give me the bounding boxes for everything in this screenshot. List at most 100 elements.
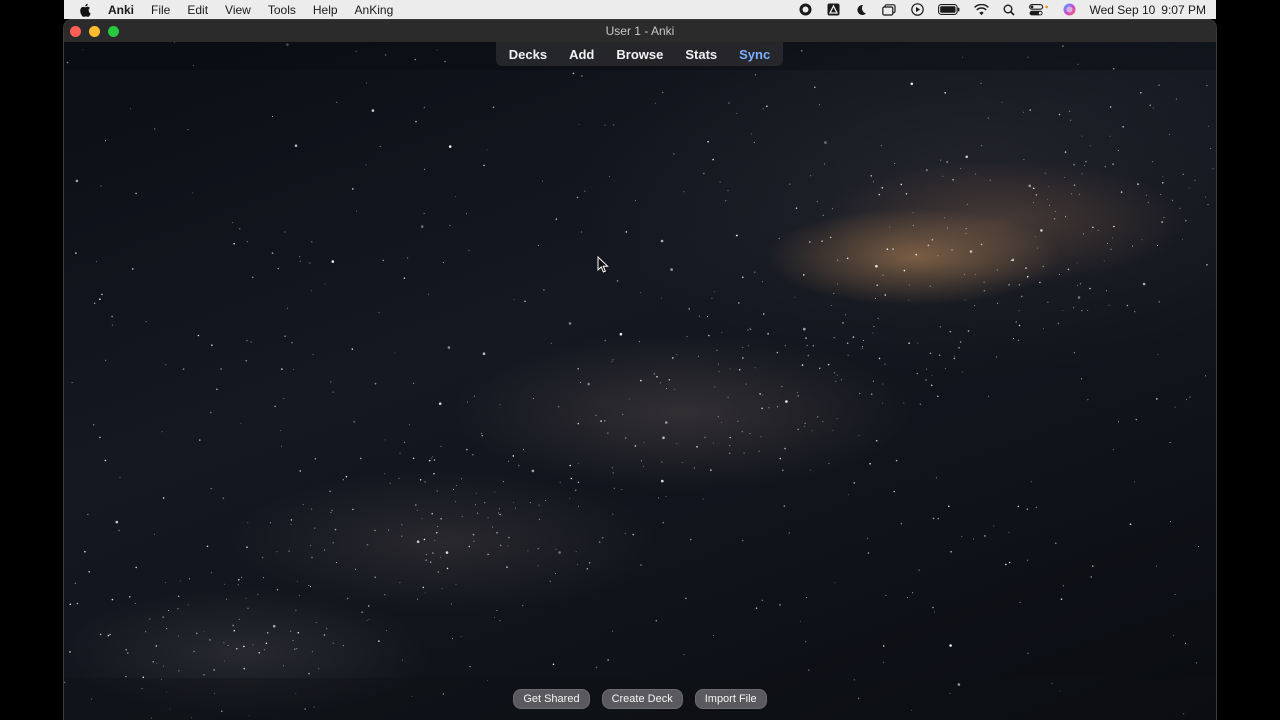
star xyxy=(132,268,134,270)
star xyxy=(738,368,741,371)
star xyxy=(1173,634,1175,636)
star xyxy=(939,326,941,328)
star xyxy=(937,255,939,257)
star xyxy=(281,368,283,370)
star xyxy=(1060,598,1063,600)
play-circle-icon[interactable] xyxy=(909,3,925,17)
toolbar-stats-link[interactable]: Stats xyxy=(685,47,717,62)
star xyxy=(1120,191,1123,193)
star xyxy=(1185,399,1187,401)
star xyxy=(537,565,539,567)
star xyxy=(330,512,332,513)
zoom-window-button[interactable] xyxy=(108,26,119,37)
star xyxy=(446,567,449,570)
star xyxy=(916,372,919,375)
import-file-button[interactable]: Import File xyxy=(694,689,767,709)
star xyxy=(96,261,98,263)
star xyxy=(926,368,928,370)
star xyxy=(1118,421,1119,423)
star xyxy=(424,168,426,170)
menu-help[interactable]: Help xyxy=(313,3,338,17)
star xyxy=(331,260,335,263)
star xyxy=(670,268,673,271)
star xyxy=(250,341,252,343)
minimize-window-button[interactable] xyxy=(89,26,100,37)
star xyxy=(1157,354,1159,356)
star xyxy=(721,421,723,423)
star xyxy=(332,542,334,544)
star xyxy=(542,180,544,182)
menu-app-anki[interactable]: Anki xyxy=(108,3,134,17)
star xyxy=(853,482,855,484)
star xyxy=(507,545,509,547)
toolbar-add-link[interactable]: Add xyxy=(569,47,594,62)
star xyxy=(624,533,626,535)
star xyxy=(658,497,660,499)
menu-file[interactable]: File xyxy=(151,3,170,17)
star xyxy=(531,469,535,473)
menu-view[interactable]: View xyxy=(225,3,251,17)
wifi-icon[interactable] xyxy=(973,3,989,17)
window-overlap-icon[interactable] xyxy=(881,3,897,17)
star xyxy=(499,620,501,622)
get-shared-button[interactable]: Get Shared xyxy=(513,689,590,709)
star xyxy=(870,175,873,177)
star xyxy=(729,445,731,447)
star xyxy=(461,516,463,517)
star xyxy=(1196,662,1198,664)
control-center-icon[interactable] xyxy=(1029,3,1049,17)
star xyxy=(875,298,876,299)
star xyxy=(480,432,483,435)
menu-tools[interactable]: Tools xyxy=(268,3,296,17)
star xyxy=(311,651,313,653)
star xyxy=(401,659,403,661)
close-window-button[interactable] xyxy=(70,26,81,37)
window-titlebar[interactable]: User 1 - Anki xyxy=(64,20,1216,42)
menu-edit[interactable]: Edit xyxy=(187,3,208,17)
star xyxy=(795,207,798,209)
siri-icon[interactable] xyxy=(1061,3,1077,17)
star xyxy=(436,490,438,492)
star xyxy=(958,347,960,349)
star xyxy=(298,595,300,597)
star xyxy=(1134,311,1136,313)
star xyxy=(299,260,301,262)
star xyxy=(188,578,190,580)
star xyxy=(434,539,436,541)
star xyxy=(713,635,714,637)
star xyxy=(707,316,708,318)
menubar-clock[interactable]: Wed Sep 10 9:07 PM xyxy=(1089,3,1206,17)
linear-app-icon[interactable] xyxy=(825,3,841,17)
toolbar-sync-link[interactable]: Sync xyxy=(739,47,770,62)
star xyxy=(808,669,810,671)
star xyxy=(1047,301,1049,303)
star xyxy=(309,262,311,264)
star xyxy=(643,442,645,443)
star xyxy=(193,650,195,653)
moon-icon[interactable] xyxy=(853,3,869,17)
screen-record-icon[interactable] xyxy=(797,3,813,17)
star xyxy=(794,296,796,298)
toolbar-browse-link[interactable]: Browse xyxy=(616,47,663,62)
star xyxy=(1023,159,1025,161)
battery-icon[interactable] xyxy=(937,3,961,17)
star xyxy=(522,605,524,607)
star xyxy=(488,553,490,555)
apple-icon[interactable] xyxy=(78,3,92,17)
create-deck-button[interactable]: Create Deck xyxy=(601,689,683,709)
star xyxy=(931,374,933,376)
menu-anking[interactable]: AnKing xyxy=(355,3,394,17)
star xyxy=(805,641,807,643)
star xyxy=(805,337,807,339)
star xyxy=(797,428,799,431)
star xyxy=(428,459,431,462)
star xyxy=(1134,481,1136,483)
star xyxy=(1092,226,1094,229)
star xyxy=(574,489,577,492)
star xyxy=(211,572,213,574)
star xyxy=(329,490,331,493)
star xyxy=(812,345,815,347)
star xyxy=(449,224,451,226)
search-icon[interactable] xyxy=(1001,3,1017,17)
toolbar-decks-link[interactable]: Decks xyxy=(509,47,547,62)
